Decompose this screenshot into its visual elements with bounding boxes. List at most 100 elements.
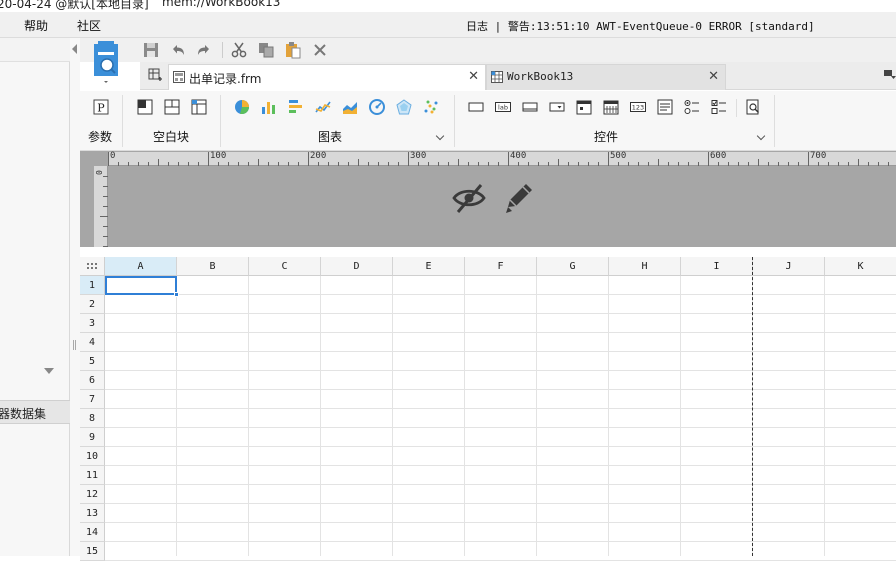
row-header[interactable]: 13 [80, 504, 105, 523]
column-header[interactable]: F [465, 257, 537, 276]
column-header[interactable]: K [825, 257, 896, 276]
pie-chart-icon[interactable] [234, 99, 250, 115]
paste-icon[interactable] [284, 41, 302, 59]
row-header[interactable]: 6 [80, 371, 105, 390]
ruler-tick [103, 206, 108, 207]
new-template-icon[interactable] [148, 68, 162, 82]
hide-icon[interactable] [452, 182, 486, 214]
column-header[interactable]: B [177, 257, 249, 276]
row-header[interactable]: 10 [80, 447, 105, 466]
combo-box-icon[interactable] [549, 99, 565, 115]
column-header[interactable]: A [105, 257, 177, 276]
resize-grip-icon[interactable] [73, 340, 76, 350]
column-header[interactable]: I [681, 257, 753, 276]
grid-col-line [176, 276, 177, 556]
ruler-tick [568, 162, 569, 166]
ruler-tick [348, 162, 349, 166]
scatter-chart-icon[interactable] [423, 99, 439, 115]
row-header[interactable]: 4 [80, 333, 105, 352]
save-icon[interactable] [142, 41, 160, 59]
close-icon[interactable]: ✕ [468, 69, 479, 84]
button-widget-icon[interactable] [468, 99, 484, 115]
ruler-tick [628, 162, 629, 166]
dataset-tab[interactable]: 器数据集 [0, 400, 70, 424]
horizontal-bar-icon[interactable] [288, 99, 304, 115]
edit-icon[interactable] [502, 182, 536, 214]
gauge-chart-icon[interactable] [369, 99, 385, 115]
number-widget-icon[interactable]: 123 [630, 99, 646, 115]
radar-chart-icon[interactable] [396, 99, 412, 115]
calendar-icon[interactable] [603, 99, 619, 115]
ruler-tick [668, 162, 669, 166]
form-designer-icon[interactable] [92, 40, 120, 86]
menu-help[interactable]: 帮助 [24, 17, 48, 34]
area-chart-icon[interactable] [342, 99, 358, 115]
tab-layout-icon[interactable] [191, 99, 207, 115]
selected-cell[interactable] [105, 276, 177, 295]
ruler-tick [368, 162, 369, 166]
radio-group-icon[interactable] [684, 99, 700, 115]
copy-icon[interactable] [257, 41, 275, 59]
ruler-tick [168, 162, 169, 166]
chevron-down-icon[interactable] [44, 368, 54, 374]
tab-form[interactable]: 出单记录.frm ✕ [168, 64, 486, 90]
row-header[interactable]: 8 [80, 409, 105, 428]
grid-row-line [105, 332, 896, 333]
row-header[interactable]: 3 [80, 314, 105, 333]
column-header[interactable]: D [321, 257, 393, 276]
ribbon-separator [122, 95, 123, 147]
ruler-tick [378, 162, 379, 166]
fill-handle[interactable] [174, 292, 179, 297]
cut-icon[interactable] [230, 41, 248, 59]
select-all-corner[interactable] [80, 257, 105, 276]
redo-icon[interactable] [195, 41, 213, 59]
row-header[interactable]: 1 [80, 276, 105, 295]
checkbox-group-icon[interactable] [711, 99, 727, 115]
delete-icon[interactable] [311, 41, 329, 59]
row-header[interactable]: 5 [80, 352, 105, 371]
row-header[interactable]: 11 [80, 466, 105, 485]
split-layout-icon[interactable] [164, 99, 180, 115]
ruler-tick [508, 152, 509, 166]
text-field-icon[interactable] [522, 99, 538, 115]
menu-community[interactable]: 社区 [77, 17, 101, 34]
column-header[interactable]: G [537, 257, 609, 276]
ruler-tick [218, 162, 219, 166]
line-chart-icon[interactable] [315, 99, 331, 115]
ruler-label: 300 [410, 151, 427, 161]
panel-divider[interactable] [70, 38, 80, 556]
ruler-tick [758, 159, 759, 166]
column-header[interactable]: C [249, 257, 321, 276]
row-header[interactable]: 14 [80, 523, 105, 542]
row-header[interactable]: 9 [80, 428, 105, 447]
close-icon[interactable]: ✕ [708, 69, 719, 84]
row-header[interactable]: 2 [80, 295, 105, 314]
row-header[interactable]: 15 [80, 542, 105, 561]
absolute-layout-icon[interactable] [137, 99, 153, 115]
parameter-icon[interactable]: P [93, 99, 109, 115]
spreadsheet[interactable]: ABCDEFGHIJK 1 2 3 4 5 6 7 8 9 10 11 12 13 14 15 [80, 257, 896, 561]
log-status[interactable]: 日志 | 警告:13:51:10 AWT-EventQueue-0 ERROR … [466, 18, 815, 34]
chevron-down-icon[interactable] [756, 131, 766, 141]
collapse-left-icon[interactable] [72, 44, 77, 54]
row-header[interactable]: 12 [80, 485, 105, 504]
row-header[interactable]: 7 [80, 390, 105, 409]
textarea-icon[interactable] [657, 99, 673, 115]
chevron-down-icon[interactable] [435, 131, 445, 141]
ruler-tick [658, 159, 659, 166]
column-header[interactable]: H [609, 257, 681, 276]
ruler-tick [868, 162, 869, 166]
date-widget-icon[interactable] [576, 99, 592, 115]
ruler-tick [103, 176, 108, 177]
search-query-icon[interactable] [745, 99, 761, 115]
ruler-tick [298, 162, 299, 166]
column-header[interactable]: E [393, 257, 465, 276]
form-canvas[interactable]: 0 100 200 300 400 500 600 700 0 [80, 151, 896, 247]
tab-workbook[interactable]: WorkBook13 ✕ [486, 64, 726, 90]
tabs-menu-icon[interactable] [884, 68, 896, 80]
undo-icon[interactable] [169, 41, 187, 59]
label-widget-icon[interactable]: lab [495, 99, 511, 115]
bar-chart-icon[interactable] [261, 99, 277, 115]
grid-row-line [105, 389, 896, 390]
column-header[interactable]: J [753, 257, 825, 276]
